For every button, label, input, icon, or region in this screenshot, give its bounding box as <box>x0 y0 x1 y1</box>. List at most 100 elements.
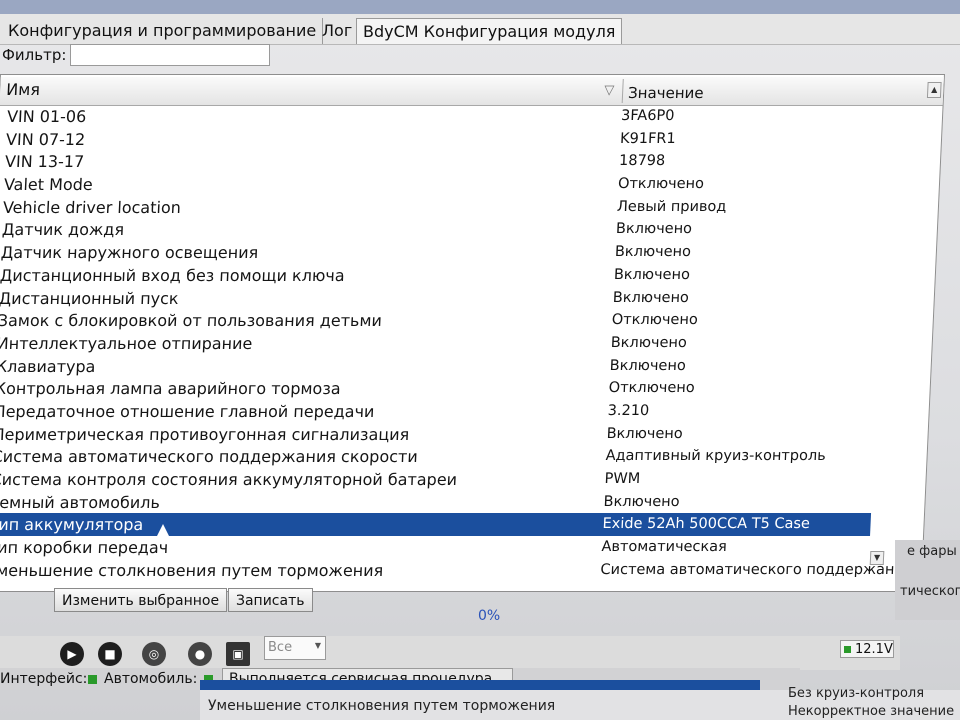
voltage-ok-icon <box>844 646 851 653</box>
row-name-cell: Темный автомобиль <box>0 492 161 512</box>
table-row[interactable]: Датчик наружного освещения Включено <box>0 241 883 264</box>
row-value-cell: Включено <box>610 334 688 351</box>
row-name-cell: Интеллектуальное отпирание <box>0 333 253 353</box>
row-name-cell: Тип аккумулятора <box>0 515 144 535</box>
edit-selected-button[interactable]: Изменить выбранное <box>54 588 228 612</box>
row-value-cell: Включено <box>603 493 680 510</box>
background-text: Без круиз-контроля <box>788 686 925 701</box>
table-row[interactable]: Дистанционный пуск Включено <box>0 287 881 310</box>
filter-row: Фильтр: <box>0 44 960 68</box>
table-row[interactable]: Система автоматического поддержания скор… <box>0 445 874 468</box>
row-value-cell: 3FA6P0 <box>620 108 675 124</box>
row-name-cell: Система контроля состояния аккумуляторно… <box>0 470 458 489</box>
row-name-cell: Датчик дождя <box>1 220 125 240</box>
row-name-cell: Датчик наружного освещения <box>0 243 259 263</box>
row-value-cell: Включено <box>609 357 687 374</box>
app-window: Конфигурация и программирование Лог BdyC… <box>0 0 960 720</box>
row-value-cell: 18798 <box>618 153 666 170</box>
table-row[interactable]: Тип коробки передач Автоматическая <box>0 536 870 559</box>
row-name-cell: Замок с блокировкой от пользования детьм… <box>0 311 383 331</box>
interface-status-icon <box>88 675 97 684</box>
row-name-cell: Дистанционный пуск <box>0 288 180 308</box>
column-separator[interactable] <box>621 79 624 103</box>
table-row[interactable]: VIN 07-12 K91FR1 <box>0 128 889 151</box>
chevron-down-icon: ▼ <box>314 641 321 650</box>
row-value-cell: Отключено <box>608 380 696 397</box>
row-value-cell: PWM <box>604 471 641 487</box>
column-header-value[interactable]: Значение <box>628 84 704 102</box>
row-name-cell: VIN 13-17 <box>4 152 85 172</box>
row-name-cell: VIN 07-12 <box>5 129 86 149</box>
row-value-cell: Включено <box>606 425 684 442</box>
row-value-cell: Левый привод <box>616 198 727 215</box>
row-value-cell: Включено <box>612 289 690 306</box>
table-row[interactable]: Дистанционный вход без помощи ключа Включ… <box>0 264 882 287</box>
table-row[interactable]: Темный автомобиль Включено <box>0 491 872 514</box>
save-icon[interactable]: ▣ <box>226 642 250 666</box>
mouse-cursor-icon <box>156 524 170 538</box>
config-grid: Имя ▽ Значение ▲ VIN 01-06 3FA6P0 VIN 07-1… <box>0 74 945 592</box>
table-row[interactable]: Vehicle driver location Левый привод <box>0 196 885 219</box>
row-name-cell: VIN 01-06 <box>6 107 87 126</box>
column-header-name[interactable]: Имя <box>6 80 41 99</box>
table-row[interactable]: Клавиатура Включено <box>0 355 878 378</box>
table-row[interactable]: Уменьшение столкновения путем торможения… <box>0 559 918 582</box>
background-window-bottom: Уменьшение столкновения путем торможения… <box>200 686 960 720</box>
vehicle-label: Автомобиль: <box>104 671 198 687</box>
row-name-cell: Клавиатура <box>0 356 96 376</box>
table-row[interactable]: Передаточное отношение главной передачи 3… <box>0 400 876 423</box>
row-name-cell: Уменьшение столкновения путем торможения <box>0 560 384 580</box>
write-button[interactable]: Записать <box>228 588 313 612</box>
row-name-cell: Тип коробки передач <box>0 538 169 558</box>
row-name-cell: Дистанционный вход без помощи ключа <box>0 265 346 285</box>
row-value-cell: Включено <box>613 266 691 283</box>
background-text: тического <box>900 584 960 599</box>
table-row[interactable]: Замок с блокировкой от пользования детьм… <box>0 309 880 332</box>
background-text: Некорректное значение <box>788 704 955 719</box>
scroll-down-icon[interactable]: ▼ <box>869 551 885 565</box>
sort-arrow-icon[interactable]: ▽ <box>604 83 615 98</box>
grid-rows: VIN 01-06 3FA6P0 VIN 07-12 K91FR1 VIN 13-17 1… <box>0 105 943 581</box>
table-row[interactable]: Периметрическая противоугонная сигнализа… <box>0 423 875 446</box>
row-name-cell: Передаточное отношение главной передачи <box>0 401 375 421</box>
play-icon[interactable]: ▶ <box>60 642 84 666</box>
row-value-cell: Exide 52Ah 500CCA T5 Case <box>602 516 811 533</box>
voltage-value: 12.1V <box>855 642 893 657</box>
row-name-cell: Периметрическая противоугонная сигнализа… <box>0 424 410 444</box>
scroll-up-icon[interactable]: ▲ <box>926 82 942 98</box>
tab-config-programming[interactable]: Конфигурация и программирование <box>2 18 324 44</box>
filter-select[interactable]: Все ▼ <box>264 636 326 660</box>
background-window-right: е фары тического <box>895 540 960 620</box>
table-row[interactable]: Система контроля состояния аккумуляторно… <box>0 468 873 491</box>
table-row[interactable]: Контрольная лампа аварийного тормоза Откл… <box>0 377 877 400</box>
row-value-cell: Адаптивный круиз-контроль <box>605 448 827 465</box>
lifebuoy-icon[interactable]: ◎ <box>142 642 166 666</box>
row-value-cell: Включено <box>614 244 692 261</box>
battery-voltage-indicator: 12.1V <box>840 640 894 658</box>
row-name-cell: Система автоматического поддержания скор… <box>0 447 419 467</box>
table-row[interactable]: Датчик дождя Включено <box>0 218 884 241</box>
table-row[interactable]: VIN 13-17 18798 <box>0 150 888 173</box>
table-row[interactable]: Тип аккумулятора Exide 52Ah 500CCA T5 Cas… <box>0 513 872 537</box>
row-value-cell: Отключено <box>617 176 705 193</box>
background-text: е фары <box>907 544 957 559</box>
tab-log[interactable]: Лог <box>316 18 360 44</box>
row-value-cell: Автоматическая <box>601 539 728 556</box>
filter-select-value: Все <box>268 640 293 655</box>
clear-icon[interactable]: ● <box>188 642 212 666</box>
table-row[interactable]: VIN 01-06 3FA6P0 <box>0 105 890 128</box>
filter-input[interactable] <box>70 44 270 66</box>
tab-bdycm-config[interactable]: BdyCM Конфигурация модуля <box>356 18 623 44</box>
bottom-toolbar: ▶ ■ ◎ ● ▣ Все ▼ 12.1V <box>0 636 900 670</box>
row-value-cell: Отключено <box>611 312 699 329</box>
row-value-cell: Включено <box>615 221 693 238</box>
row-name-cell: Контрольная лампа аварийного тормоза <box>0 379 342 399</box>
row-value-cell: 3.210 <box>607 402 650 419</box>
tab-bar: Конфигурация и программирование Лог BdyC… <box>0 14 960 45</box>
progress-text: 0% <box>478 608 501 624</box>
table-row[interactable]: Valet Mode Отключено <box>0 173 887 196</box>
row-value-cell: K91FR1 <box>619 130 677 147</box>
table-row[interactable]: Интеллектуальное отпирание Включено <box>0 332 879 355</box>
interface-label: Интерфейс: <box>0 671 88 687</box>
stop-icon[interactable]: ■ <box>98 642 122 666</box>
